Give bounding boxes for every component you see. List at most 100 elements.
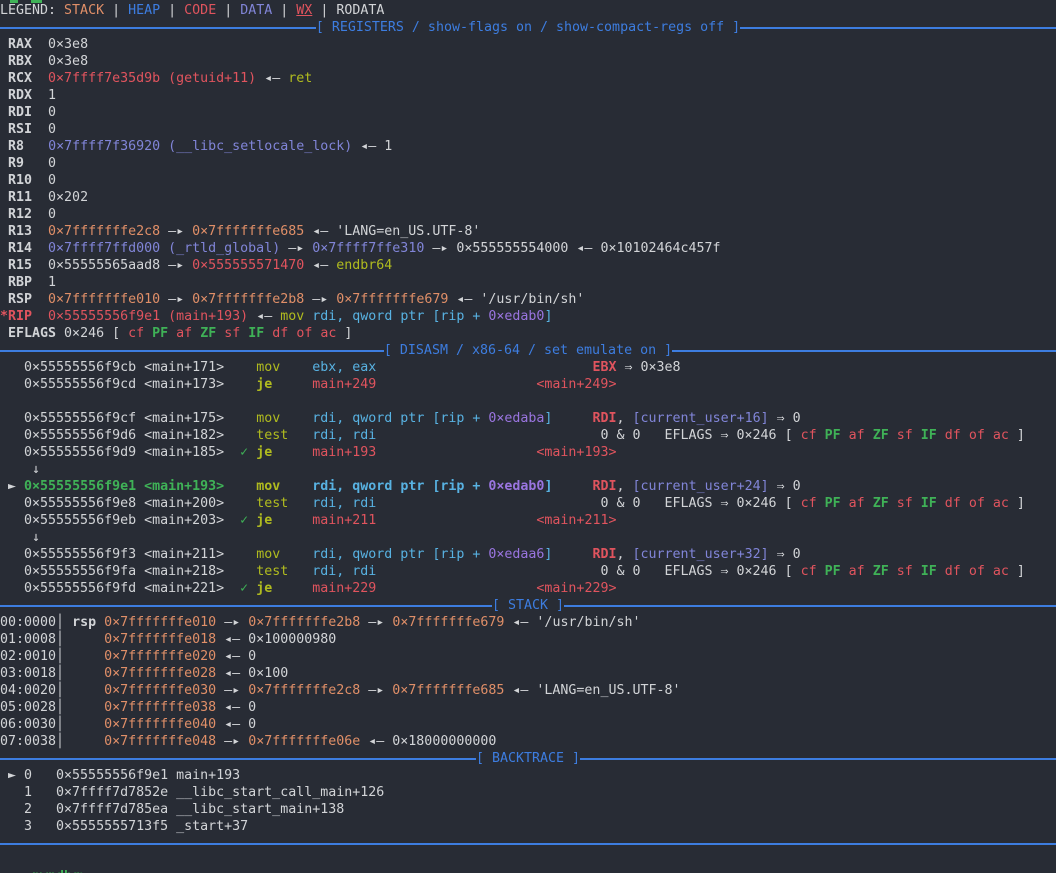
text-segment: IF xyxy=(921,496,937,511)
text-segment: ↓ xyxy=(0,462,40,477)
text-segment xyxy=(985,496,993,511)
terminal-line: RBP 1 xyxy=(0,274,1056,291)
text-segment xyxy=(24,139,48,154)
text-segment xyxy=(889,496,897,511)
terminal-line: 0×55555556f9fa <main+218> test rdi, rdi … xyxy=(0,563,1056,580)
text-segment: cf xyxy=(801,564,817,579)
terminal-line: RDI 0 xyxy=(0,104,1056,121)
text-segment: —▸ 0×555555554000 ◂— 0×10102464c457f xyxy=(424,241,720,256)
terminal-line: 1 0×7ffff7d7852e __libc_start_call_main+… xyxy=(0,784,1056,801)
text-segment xyxy=(272,445,312,460)
text-segment: ⇒ 0 xyxy=(769,411,801,426)
text-segment: RDI xyxy=(0,105,32,120)
text-segment: ] xyxy=(1009,496,1025,511)
text-segment xyxy=(32,309,48,324)
text-segment: 0×7fffffffe020 xyxy=(104,649,216,664)
text-segment: , xyxy=(617,411,633,426)
terminal-line: ► 0 0×55555556f9e1 main+193 xyxy=(0,767,1056,784)
text-segment: R14 xyxy=(0,241,32,256)
terminal-line: R13 0×7fffffffe2c8 —▸ 0×7fffffffe685 ◂— … xyxy=(0,223,1056,240)
text-segment xyxy=(937,564,945,579)
terminal-line: 0×55555556f9d6 <main+182> test rdi, rdi … xyxy=(0,427,1056,444)
terminal-line: R14 0×7ffff7ffd000 (_rtld_global) —▸ 0×7… xyxy=(0,240,1056,257)
text-segment: 0×7fffffffe018 xyxy=(104,632,216,647)
text-segment: 0×7fffffffe2b8 xyxy=(248,615,360,630)
text-segment: 03:0018│ xyxy=(0,666,104,681)
text-segment: 1 0×7ffff7d7852e __libc_start_call_main+… xyxy=(0,785,384,800)
terminal-line: 05:0028│ 0×7fffffffe038 ◂— 0 xyxy=(0,699,1056,716)
text-segment: ] xyxy=(336,326,352,341)
text-segment: cf xyxy=(801,428,817,443)
text-segment: R15 xyxy=(0,258,32,273)
text-segment: ◂— 0×100000980 xyxy=(216,632,336,647)
text-segment: RDX xyxy=(0,88,32,103)
text-segment: mov xyxy=(256,479,280,494)
text-segment: 0×7fffffffe2b8 xyxy=(192,292,304,307)
text-segment: 0×7fffffffe685 xyxy=(392,683,504,698)
text-segment xyxy=(552,479,592,494)
text-segment: 0 & 0 EFLAGS ⇒ 0×246 [ xyxy=(376,428,800,443)
text-segment xyxy=(248,513,256,528)
text-segment: 0×edab0 xyxy=(488,309,544,324)
terminal-line: RDX 1 xyxy=(0,87,1056,104)
text-segment xyxy=(32,71,48,86)
legend-line: LEGEND: STACK | HEAP | CODE | DATA | WX … xyxy=(0,2,1056,19)
text-segment: test xyxy=(256,564,288,579)
text-segment: ✓ xyxy=(240,513,248,528)
text-segment: je xyxy=(256,513,272,528)
text-segment: rdi, rdi xyxy=(312,428,376,443)
terminal-line: 04:0020│ 0×7fffffffe030 —▸ 0×7fffffffe2c… xyxy=(0,682,1056,699)
text-segment: ebx, eax xyxy=(312,360,376,375)
text-segment: 1 xyxy=(32,275,56,290)
text-segment: ◂— 0 xyxy=(216,649,256,664)
text-segment: 0×55555556f9cd <main+173> xyxy=(0,377,256,392)
text-segment: PF xyxy=(152,326,168,341)
text-segment: ZF xyxy=(873,496,889,511)
text-segment: ◂— xyxy=(256,71,288,86)
text-segment: RDI xyxy=(592,479,616,494)
text-segment: ac xyxy=(993,564,1009,579)
text-segment: ] xyxy=(1009,428,1025,443)
text-segment: 0×7fffffffe048 xyxy=(104,734,216,749)
text-segment: df xyxy=(945,564,961,579)
text-segment: —▸ xyxy=(280,241,312,256)
text-segment: ] xyxy=(544,309,552,324)
text-segment xyxy=(272,377,312,392)
text-segment: ] xyxy=(1009,564,1025,579)
terminal-line: 0×55555556f9cb <main+171> mov ebx, eax E… xyxy=(0,359,1056,376)
text-segment: 0×55555556f9d6 <main+182> xyxy=(0,428,256,443)
text-segment: , xyxy=(617,479,633,494)
text-segment: 01:0008│ xyxy=(0,632,104,647)
text-segment: IF xyxy=(921,564,937,579)
text-segment xyxy=(985,428,993,443)
text-segment xyxy=(552,411,592,426)
text-segment: rdi, rdi xyxy=(312,496,376,511)
text-segment: ◂— 1 xyxy=(352,139,392,154)
terminal-line: ↓ xyxy=(0,461,1056,478)
text-segment xyxy=(288,564,312,579)
command-prompt[interactable]: pwndbg> xyxy=(0,845,1056,873)
text-segment: 0 xyxy=(32,207,56,222)
text-segment: of xyxy=(969,428,985,443)
text-segment xyxy=(817,428,825,443)
text-segment xyxy=(280,479,312,494)
text-segment: 0×202 xyxy=(32,190,88,205)
text-segment xyxy=(144,326,152,341)
text-segment xyxy=(376,445,536,460)
text-segment xyxy=(937,496,945,511)
terminal-line: ► 0×55555556f9e1 <main+193> mov rdi, qwo… xyxy=(0,478,1056,495)
text-segment: RODATA xyxy=(336,3,384,18)
text-segment: RAX xyxy=(0,37,32,52)
text-segment: RCX xyxy=(0,71,32,86)
text-segment xyxy=(288,496,312,511)
text-segment: R8 xyxy=(0,139,24,154)
terminal-line: 06:0030│ 0×7fffffffe040 ◂— 0 xyxy=(0,716,1056,733)
text-segment: [current_user+24] xyxy=(633,479,769,494)
text-segment: je xyxy=(256,377,272,392)
text-segment: ret xyxy=(288,71,312,86)
text-segment xyxy=(248,445,256,460)
text-segment: df xyxy=(945,496,961,511)
text-segment: RSP xyxy=(0,292,32,307)
text-segment: mov xyxy=(256,411,280,426)
text-segment xyxy=(841,496,849,511)
